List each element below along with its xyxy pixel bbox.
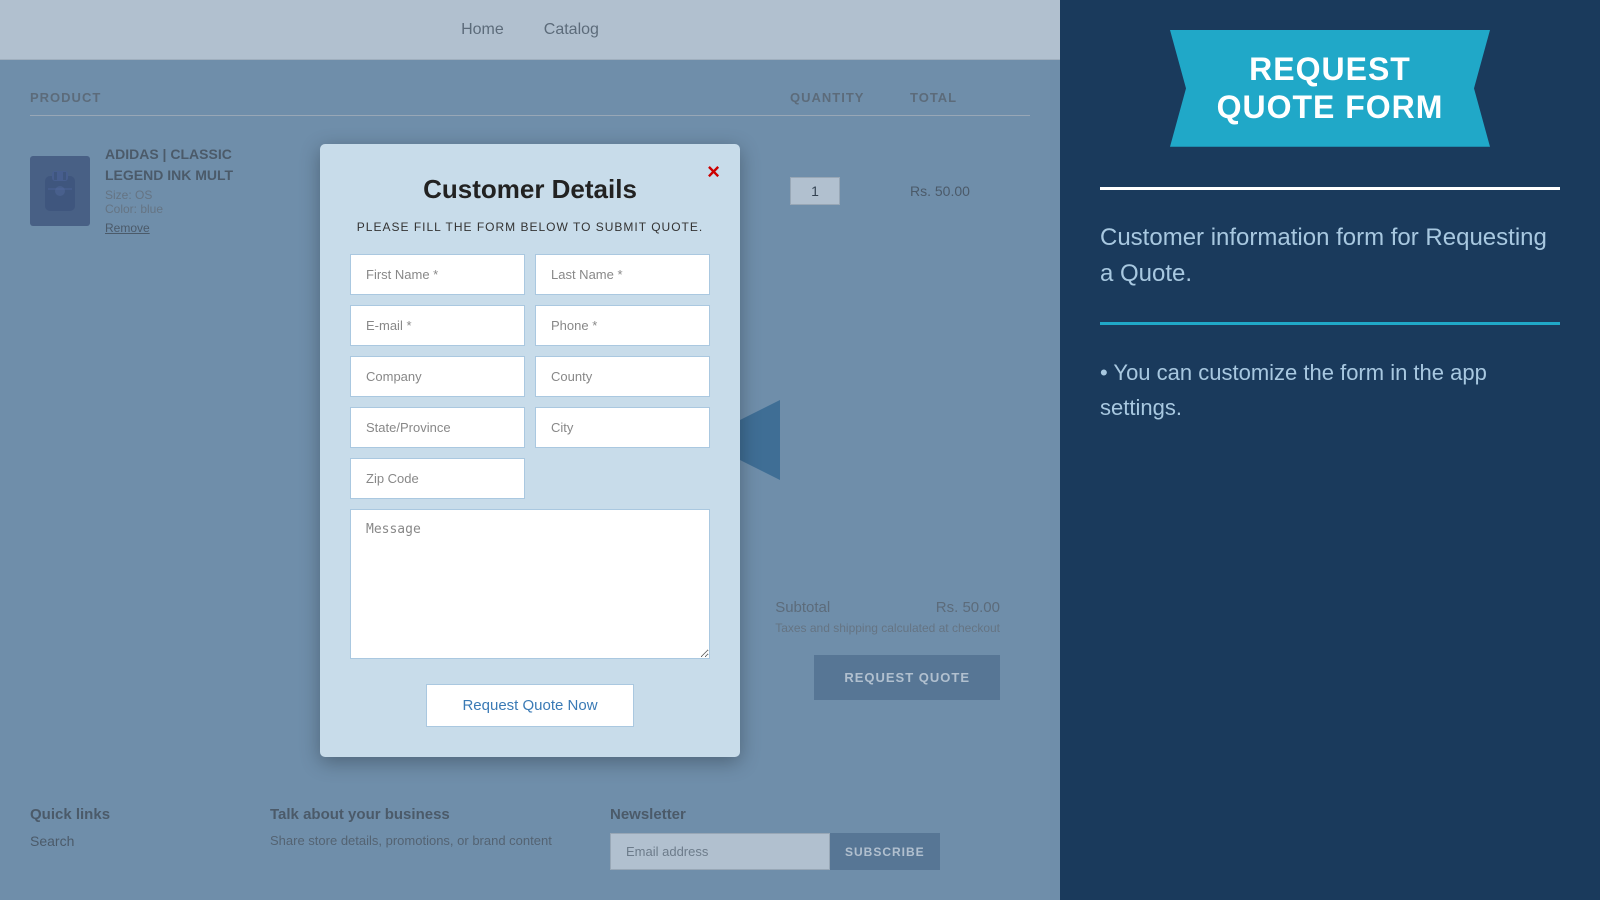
customer-details-modal: Customer Details PLEASE FILL THE FORM BE… [320,144,740,757]
banner-text: REQUEST QUOTE FORM [1200,50,1460,127]
city-input[interactable] [535,407,710,448]
modal-title: Customer Details [350,174,710,205]
submit-button[interactable]: Request Quote Now [426,684,633,727]
right-panel: REQUEST QUOTE FORM Customer information … [1060,0,1600,900]
phone-input[interactable] [535,305,710,346]
right-panel-divider-bottom [1100,322,1560,325]
modal-overlay: Customer Details PLEASE FILL THE FORM BE… [0,0,1060,900]
message-row [350,509,710,664]
banner-ribbon: REQUEST QUOTE FORM [1170,30,1490,147]
zip-row [350,458,530,499]
message-textarea[interactable] [350,509,710,659]
zip-code-input[interactable] [350,458,525,499]
county-input[interactable] [535,356,710,397]
right-panel-divider-top [1100,187,1560,190]
company-county-row [350,356,710,397]
modal-subtitle: PLEASE FILL THE FORM BELOW TO SUBMIT QUO… [350,220,710,234]
state-city-row [350,407,710,448]
email-input[interactable] [350,305,525,346]
last-name-input[interactable] [535,254,710,295]
state-province-input[interactable] [350,407,525,448]
right-panel-description: Customer information form for Requesting… [1100,220,1560,292]
contact-row [350,305,710,346]
first-name-input[interactable] [350,254,525,295]
request-banner: REQUEST QUOTE FORM [1170,30,1490,147]
company-input[interactable] [350,356,525,397]
modal-close-button[interactable]: × [707,159,720,185]
name-row [350,254,710,295]
right-panel-tip: • You can customize the form in the app … [1100,355,1560,425]
